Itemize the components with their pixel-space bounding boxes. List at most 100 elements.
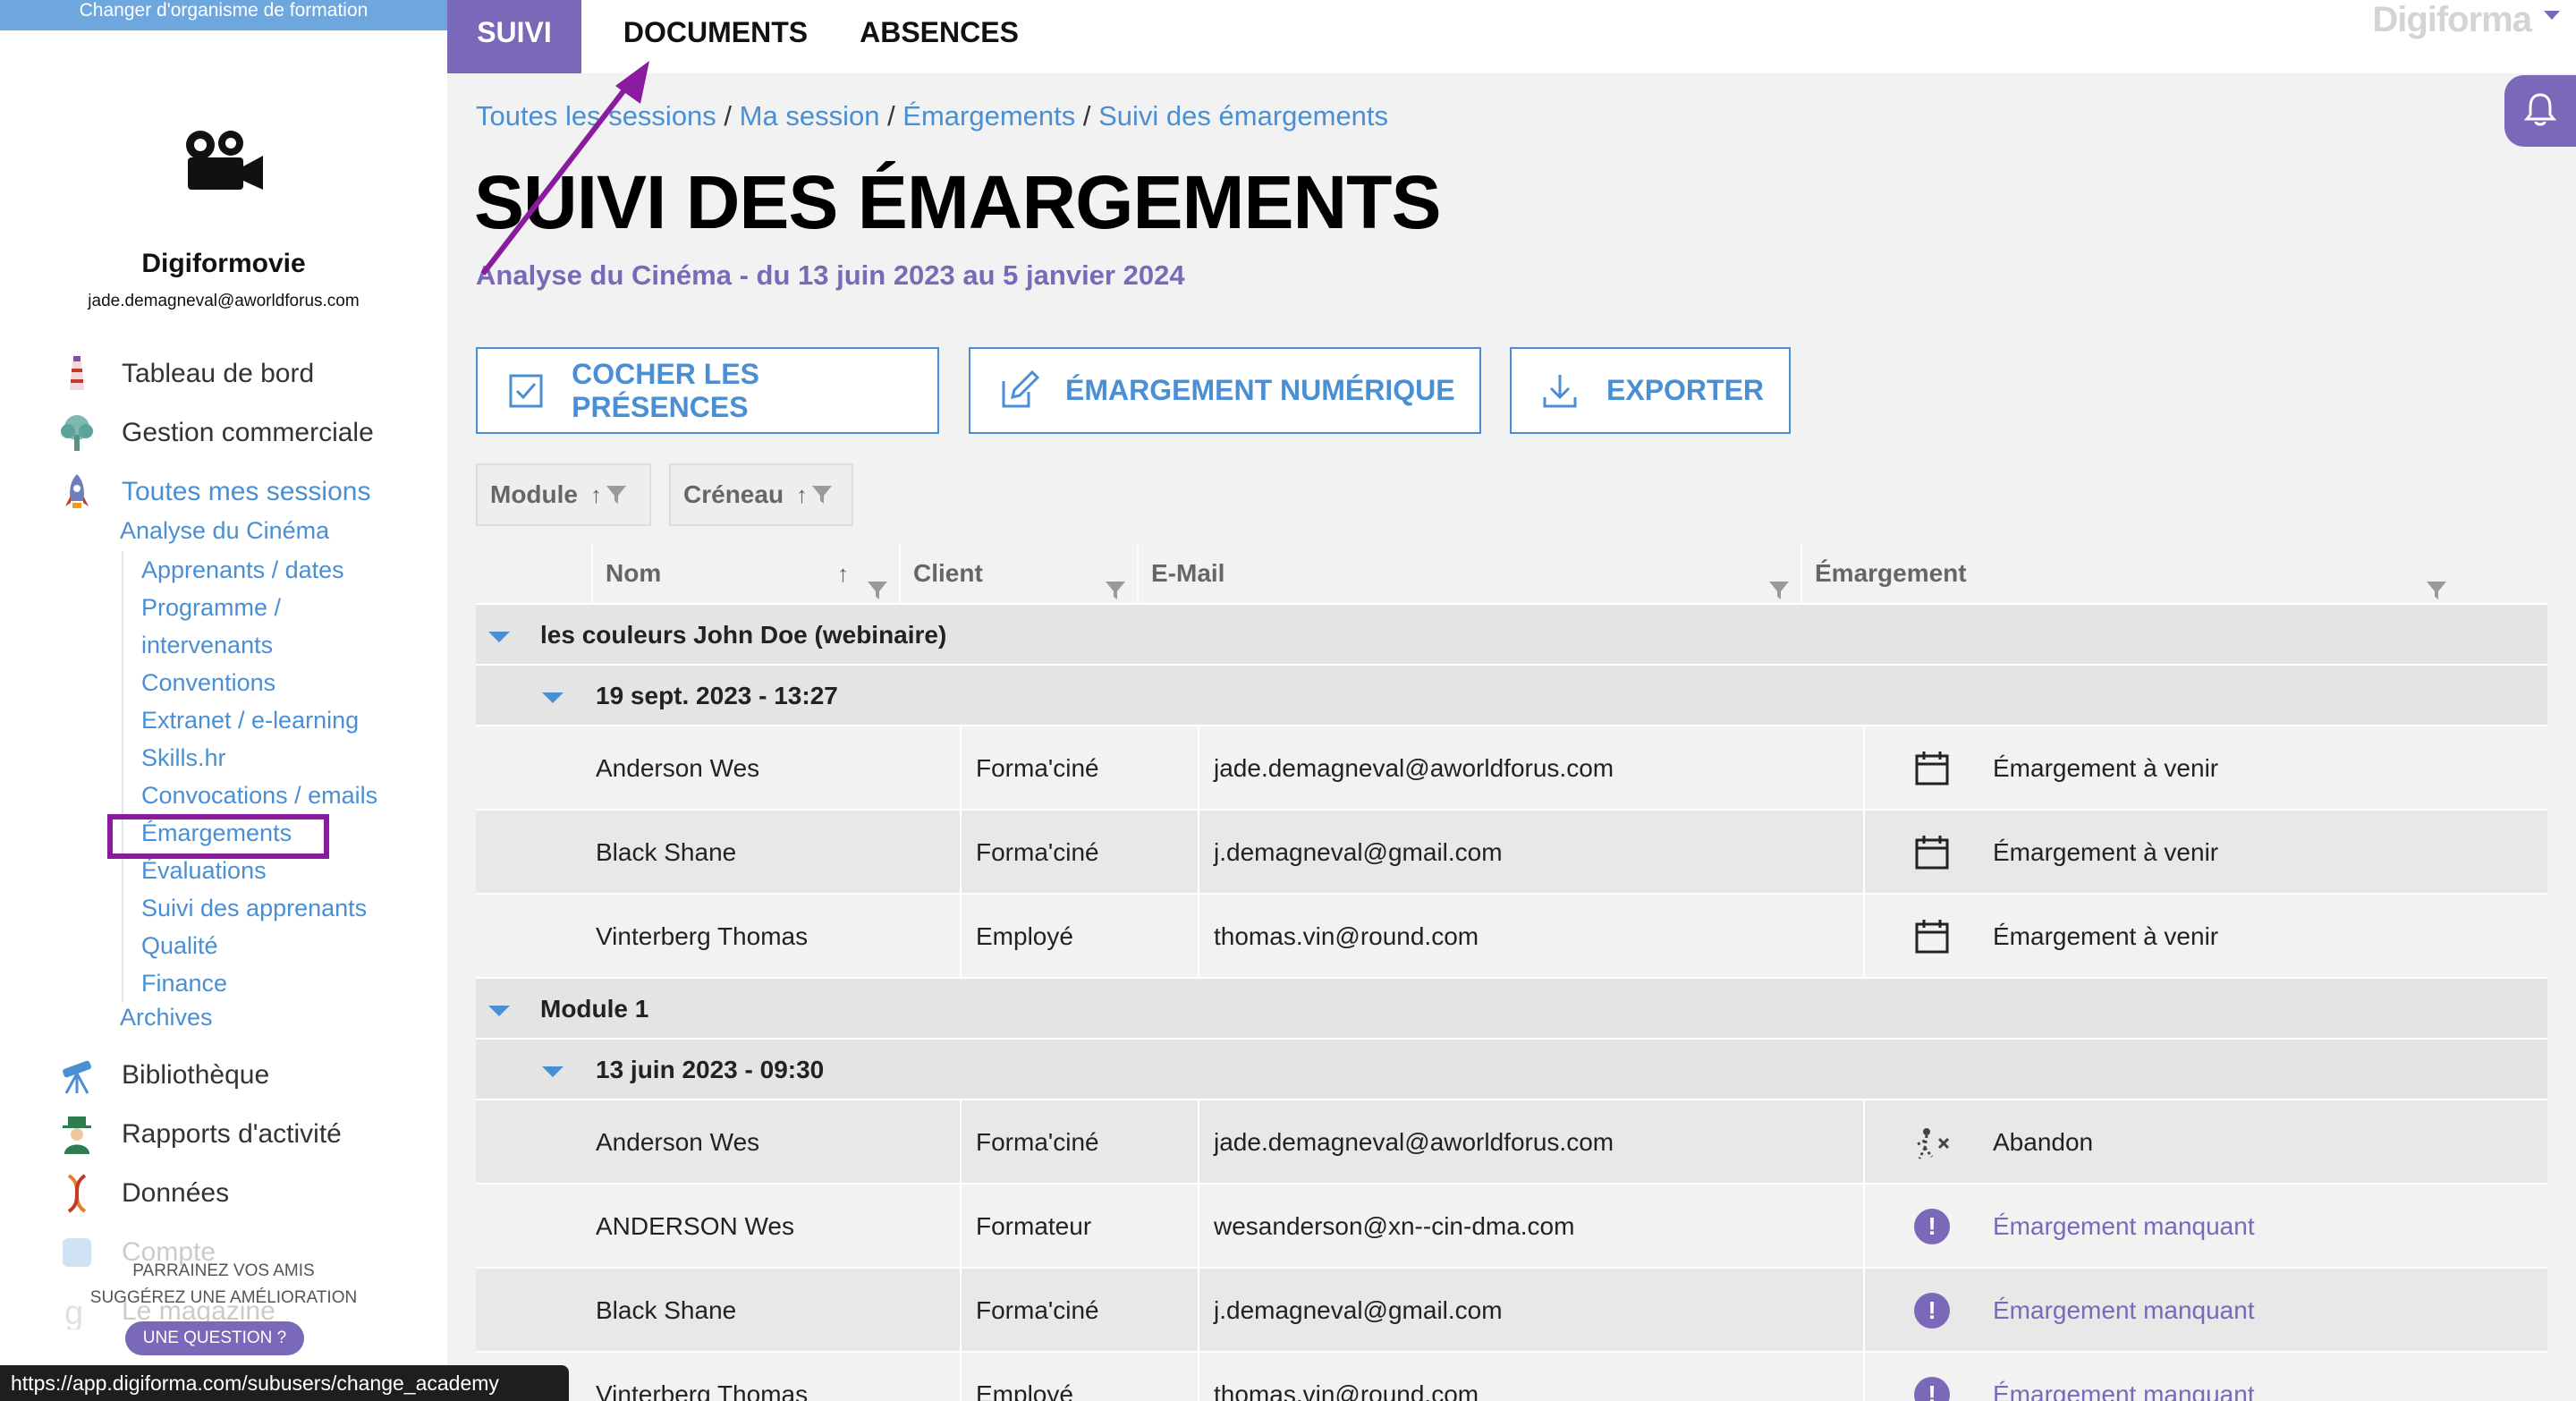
top-navigation: SUIVI DOCUMENTS ABSENCES Digiforma xyxy=(447,0,2576,73)
page-subtitle: Analyse du Cinéma - du 13 juin 2023 au 5… xyxy=(476,259,1185,291)
column-separator xyxy=(1198,1353,1199,1401)
submenu-item[interactable]: Suivi des apprenants xyxy=(141,889,377,927)
cell-email: thomas.vin@round.com xyxy=(1214,922,1479,950)
submenu-item[interactable]: Finance xyxy=(141,964,377,1002)
table-row[interactable]: Anderson Wes Forma'ciné jade.demagneval@aw… xyxy=(476,725,2547,811)
emargement-status[interactable]: Émargement manquant xyxy=(1993,1269,2255,1353)
filter-icon[interactable] xyxy=(811,484,833,505)
export-button[interactable]: EXPORTER xyxy=(1510,347,1791,434)
header-nom[interactable]: Nom ↑ xyxy=(593,544,901,603)
notifications-button[interactable] xyxy=(2504,75,2576,147)
group-row[interactable]: les couleurs John Doe (webinaire) xyxy=(476,603,2547,664)
current-session-link[interactable]: Analyse du Cinéma xyxy=(120,517,329,545)
chevron-down-icon[interactable] xyxy=(2542,9,2562,26)
table-row[interactable]: Vinterberg Thomas Employé thomas.vin@round… xyxy=(476,1351,2547,1401)
breadcrumb: Toutes les sessions / Ma session / Émarg… xyxy=(476,100,1388,132)
nav-dashboard[interactable]: Tableau de bord xyxy=(54,352,314,396)
brand-logo[interactable]: Digiforma xyxy=(2372,0,2532,40)
submenu-item[interactable]: Convocations / emails xyxy=(141,777,377,814)
tab-suivi[interactable]: SUIVI xyxy=(447,0,581,73)
slot-row[interactable]: 13 juin 2023 - 09:30 xyxy=(476,1038,2547,1099)
attendance-table: Nom ↑ Client E-Mail Émargement les coule… xyxy=(476,544,2547,1401)
column-separator xyxy=(1198,1100,1199,1184)
nav-reports[interactable]: Rapports d'activité xyxy=(54,1112,342,1157)
calendar-icon xyxy=(1914,751,1950,786)
submenu-item[interactable]: Skills.hr xyxy=(141,739,377,777)
emargement-status: Abandon xyxy=(1993,1128,2094,1156)
column-separator xyxy=(960,1269,962,1353)
breadcrumb-all-sessions[interactable]: Toutes les sessions xyxy=(476,100,716,132)
user-email: jade.demagneval@aworldforus.com xyxy=(88,292,360,310)
emargement-status: Émargement à venir xyxy=(1993,922,2219,950)
archives-link[interactable]: Archives xyxy=(120,1004,213,1032)
submenu-item[interactable]: Apprenants / dates xyxy=(141,551,377,589)
cell-client: Forma'ciné xyxy=(976,838,1099,866)
table-row[interactable]: ANDERSON Wes Formateur wesanderson@xn--cin… xyxy=(476,1183,2547,1269)
column-separator xyxy=(960,1184,962,1269)
cell-client: Formateur xyxy=(976,1212,1092,1240)
nav-reports-label: Rapports d'activité xyxy=(122,1119,342,1149)
check-attendance-label: COCHER LES PRÉSENCES xyxy=(572,357,759,423)
header-emargement[interactable]: Émargement xyxy=(1802,544,2458,603)
breadcrumb-my-session[interactable]: Ma session xyxy=(740,100,880,132)
camera-logo-icon xyxy=(179,125,268,201)
column-separator xyxy=(1863,811,1865,895)
change-organization-link[interactable]: Changer d'organisme de formation xyxy=(0,0,447,30)
slot-label: 19 sept. 2023 - 13:27 xyxy=(596,682,838,709)
table-row[interactable]: Black Shane Forma'ciné j.demagneval@gmail.… xyxy=(476,809,2547,895)
table-header: Nom ↑ Client E-Mail Émargement xyxy=(476,544,2547,603)
cell-client: Forma'ciné xyxy=(976,1296,1099,1324)
submenu-item[interactable]: Programme / xyxy=(141,589,377,626)
submenu-item[interactable]: intervenants xyxy=(141,626,377,664)
submenu-item[interactable]: Extranet / e-learning xyxy=(141,701,377,739)
header-email[interactable]: E-Mail xyxy=(1139,544,1802,603)
group-chip-module[interactable]: Module ↑ xyxy=(476,463,651,526)
nav-sessions[interactable]: Toutes mes sessions xyxy=(54,470,370,514)
status-bar-url: https://app.digiforma.com/subusers/chang… xyxy=(0,1365,569,1401)
caret-down-icon[interactable] xyxy=(488,1006,510,1016)
digital-signature-label: ÉMARGEMENT NUMÉRIQUE xyxy=(1065,374,1455,406)
table-row[interactable]: Vinterberg Thomas Employé thomas.vin@round… xyxy=(476,893,2547,979)
submenu-item[interactable]: Conventions xyxy=(141,664,377,701)
bell-icon xyxy=(2523,91,2557,132)
digital-signature-button[interactable]: ÉMARGEMENT NUMÉRIQUE xyxy=(969,347,1481,434)
slot-row[interactable]: 19 sept. 2023 - 13:27 xyxy=(476,664,2547,725)
caret-down-icon[interactable] xyxy=(542,1066,564,1077)
table-row[interactable]: Black Shane Forma'ciné j.demagneval@gmail.… xyxy=(476,1267,2547,1353)
breadcrumb-emargements[interactable]: Émargements xyxy=(902,100,1075,132)
sort-arrow-icon[interactable]: ↑ xyxy=(590,481,602,509)
sort-arrow-icon[interactable]: ↑ xyxy=(837,544,849,603)
caret-down-icon[interactable] xyxy=(542,692,564,703)
filter-icon[interactable] xyxy=(606,484,627,505)
refer-friends-link[interactable]: PARRAINEZ VOS AMIS xyxy=(0,1258,447,1285)
edit-icon xyxy=(997,369,1040,412)
check-attendance-button[interactable]: COCHER LES PRÉSENCES xyxy=(476,347,939,434)
column-separator xyxy=(1863,1184,1865,1269)
sidebar-footer: PARRAINEZ VOS AMIS SUGGÉREZ UNE AMÉLIORA… xyxy=(0,1258,447,1312)
nav-library[interactable]: Bibliothèque xyxy=(54,1053,269,1098)
group-chip-label: Créneau xyxy=(683,480,784,508)
nav-dashboard-label: Tableau de bord xyxy=(122,359,315,388)
column-separator xyxy=(960,895,962,979)
nav-commercial[interactable]: Gestion commerciale xyxy=(54,411,374,455)
header-client[interactable]: Client xyxy=(901,544,1139,603)
session-submenu: Apprenants / dates Programme / intervena… xyxy=(122,551,377,1002)
cell-client: Employé xyxy=(976,922,1073,950)
suggest-improvement-link[interactable]: SUGGÉREZ UNE AMÉLIORATION xyxy=(0,1285,447,1312)
group-chip-creneau[interactable]: Créneau ↑ xyxy=(669,463,853,526)
table-row[interactable]: Anderson Wes Forma'ciné jade.demagneval@aw… xyxy=(476,1099,2547,1184)
nav-data[interactable]: Données xyxy=(54,1171,229,1216)
breadcrumb-current[interactable]: Suivi des émargements xyxy=(1098,100,1388,132)
cell-nom: Anderson Wes xyxy=(596,1128,760,1156)
emargement-status[interactable]: Émargement manquant xyxy=(1993,1184,2255,1269)
submenu-item[interactable]: Qualité xyxy=(141,927,377,964)
emargement-status[interactable]: Émargement manquant xyxy=(1993,1353,2255,1401)
group-row[interactable]: Module 1 xyxy=(476,977,2547,1038)
column-separator xyxy=(960,1100,962,1184)
sort-arrow-icon[interactable]: ↑ xyxy=(796,481,808,509)
tab-absences[interactable]: ABSENCES xyxy=(841,0,1038,73)
tab-documents[interactable]: DOCUMENTS xyxy=(608,0,823,73)
caret-down-icon[interactable] xyxy=(488,632,510,642)
question-button[interactable]: UNE QUESTION ? xyxy=(125,1321,304,1355)
header-nom-label: Nom xyxy=(606,559,662,587)
